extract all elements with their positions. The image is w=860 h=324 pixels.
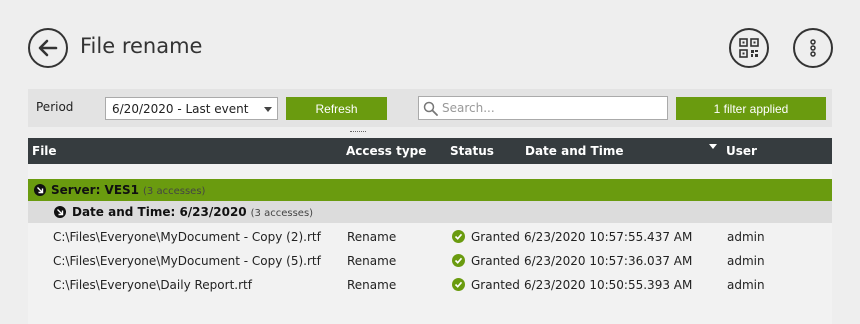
period-label: Period — [36, 100, 74, 114]
collapse-group-icon[interactable] — [34, 184, 46, 196]
date-group-label: Date and Time: 6/23/2020 (3 accesses) — [72, 205, 314, 219]
splitter-handle[interactable] — [350, 131, 366, 133]
back-arrow-icon — [38, 39, 58, 57]
file-path-cell: C:\Files\Everyone\Daily Report.rtf — [53, 278, 252, 292]
refresh-button[interactable]: Refresh — [286, 97, 387, 120]
results-grid: File Access type Status Date and Time Us… — [28, 138, 832, 324]
file-path-cell: C:\Files\Everyone\MyDocument - Copy (5).… — [53, 254, 321, 268]
qr-code-button[interactable] — [729, 28, 769, 68]
table-row[interactable]: C:\Files\Everyone\MyDocument - Copy (5).… — [28, 249, 832, 273]
user-cell: admin — [727, 278, 765, 292]
sort-descending-icon — [709, 144, 717, 149]
server-group-label: Server: VES1 (3 accesses) — [51, 183, 206, 197]
user-cell: admin — [727, 230, 765, 244]
datetime-cell: 6/23/2020 10:57:36.037 AM — [524, 254, 693, 268]
check-circle-icon — [452, 254, 465, 267]
column-header-status[interactable]: Status — [450, 144, 494, 158]
date-group-row[interactable]: Date and Time: 6/23/2020 (3 accesses) — [28, 201, 832, 223]
chevron-down-icon — [264, 107, 272, 112]
user-cell: admin — [727, 254, 765, 268]
period-select-value: 6/20/2020 - Last event — [112, 102, 249, 116]
status-cell: Granted — [471, 254, 520, 268]
column-header-date-time[interactable]: Date and Time — [525, 144, 623, 158]
access-type-cell: Rename — [347, 230, 397, 244]
filter-bar: Period 6/20/2020 - Last event Refresh 1 … — [28, 89, 832, 127]
server-group-row[interactable]: Server: VES1 (3 accesses) — [28, 179, 832, 201]
collapse-subgroup-icon[interactable] — [54, 206, 66, 218]
period-select[interactable]: 6/20/2020 - Last event — [105, 97, 278, 120]
status-cell: Granted — [471, 278, 520, 292]
date-group-count: (3 accesses) — [250, 208, 314, 219]
access-type-cell: Rename — [347, 278, 397, 292]
file-path-cell: C:\Files\Everyone\MyDocument - Copy (2).… — [53, 230, 321, 244]
datetime-cell: 6/23/2020 10:50:55.393 AM — [524, 278, 693, 292]
search-input[interactable] — [442, 101, 662, 115]
grid-header: File Access type Status Date and Time Us… — [28, 138, 832, 164]
check-circle-icon — [452, 278, 465, 291]
qr-code-icon — [739, 38, 759, 58]
page-header: File rename — [0, 0, 860, 90]
column-header-user[interactable]: User — [726, 144, 757, 158]
search-box[interactable] — [418, 96, 668, 120]
back-button[interactable] — [28, 28, 68, 68]
table-row[interactable]: C:\Files\Everyone\Daily Report.rtf Renam… — [28, 273, 832, 297]
more-menu-button[interactable] — [793, 28, 833, 68]
page-title: File rename — [80, 34, 203, 58]
check-circle-icon — [452, 230, 465, 243]
access-type-cell: Rename — [347, 254, 397, 268]
column-header-file[interactable]: File — [32, 144, 57, 158]
column-header-access-type[interactable]: Access type — [346, 144, 426, 158]
filters-applied-button[interactable]: 1 filter applied — [676, 97, 826, 120]
table-row[interactable]: C:\Files\Everyone\MyDocument - Copy (2).… — [28, 225, 832, 249]
more-vertical-icon — [810, 39, 816, 57]
status-cell: Granted — [471, 230, 520, 244]
search-icon — [423, 101, 438, 116]
server-group-count: (3 accesses) — [143, 186, 206, 197]
datetime-cell: 6/23/2020 10:57:55.437 AM — [524, 230, 693, 244]
